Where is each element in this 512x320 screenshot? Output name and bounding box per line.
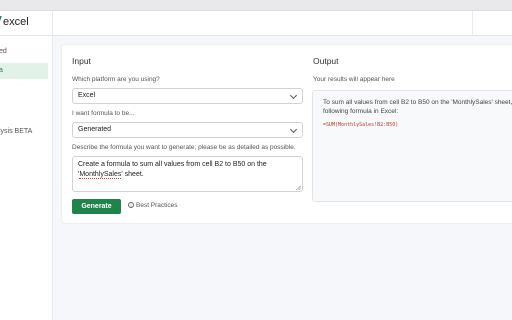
mode-select[interactable]: Generated	[72, 122, 303, 138]
output-hint: Your results will appear here	[313, 76, 395, 83]
output-formula[interactable]: =SUM(MonthlySales!B2:B50)	[323, 122, 398, 128]
describe-line-2: 'MonthlySales' sheet.	[78, 170, 297, 180]
output-result-line-2: following formula in Excel:	[323, 108, 399, 115]
formula-generator-card: Input Output Which platform are you usin…	[62, 45, 512, 223]
generate-button[interactable]: Generate	[72, 199, 121, 214]
logo-text: excel	[3, 16, 29, 28]
browser-chrome-strip	[0, 0, 512, 11]
describe-textarea[interactable]: Create a formula to sum all values from …	[72, 156, 303, 192]
top-bar	[0, 11, 512, 36]
sidebar: ed a lysis BETA	[0, 36, 52, 320]
sidebar-item-label: ed	[0, 48, 7, 55]
describe-label: Describe the formula you want to generat…	[72, 144, 296, 151]
best-practices-link[interactable]: i Best Practices	[128, 202, 178, 209]
sheet-name-spellcheck: MonthlySales	[79, 171, 122, 179]
mode-label: I want formula to be...	[72, 110, 135, 117]
sidebar-item-analysis[interactable]: lysis BETA	[0, 124, 48, 140]
chevron-down-icon	[289, 125, 298, 134]
sidebar-item-label: lysis BETA	[0, 128, 33, 135]
sidebar-divider	[52, 11, 53, 320]
describe-line-1: Create a formula to sum all values from …	[78, 161, 267, 168]
output-result-text: To sum all values from cell B2 to B50 on…	[323, 98, 512, 116]
topbar-divider	[472, 11, 473, 36]
sidebar-item-dashboard[interactable]: ed	[0, 44, 48, 60]
info-icon: i	[128, 202, 134, 208]
sidebar-item-label: a	[0, 67, 3, 74]
output-result-line-1: To sum all values from cell B2 to B50 on…	[323, 99, 512, 106]
platform-label: Which platform are you using?	[72, 76, 160, 83]
platform-select[interactable]: Excel	[72, 88, 303, 104]
mode-select-value: Generated	[78, 126, 112, 133]
input-title: Input	[72, 56, 91, 66]
resize-handle-icon[interactable]	[296, 185, 301, 190]
output-title: Output	[313, 56, 339, 66]
app-logo[interactable]: excel	[0, 16, 29, 30]
platform-select-value: Excel	[78, 92, 96, 99]
chevron-down-icon	[289, 91, 298, 100]
quote-close: ' sheet.	[121, 171, 144, 178]
best-practices-label: Best Practices	[136, 202, 178, 209]
sidebar-item-formula-active[interactable]: a	[0, 63, 48, 79]
output-panel: To sum all values from cell B2 to B50 on…	[312, 90, 512, 202]
